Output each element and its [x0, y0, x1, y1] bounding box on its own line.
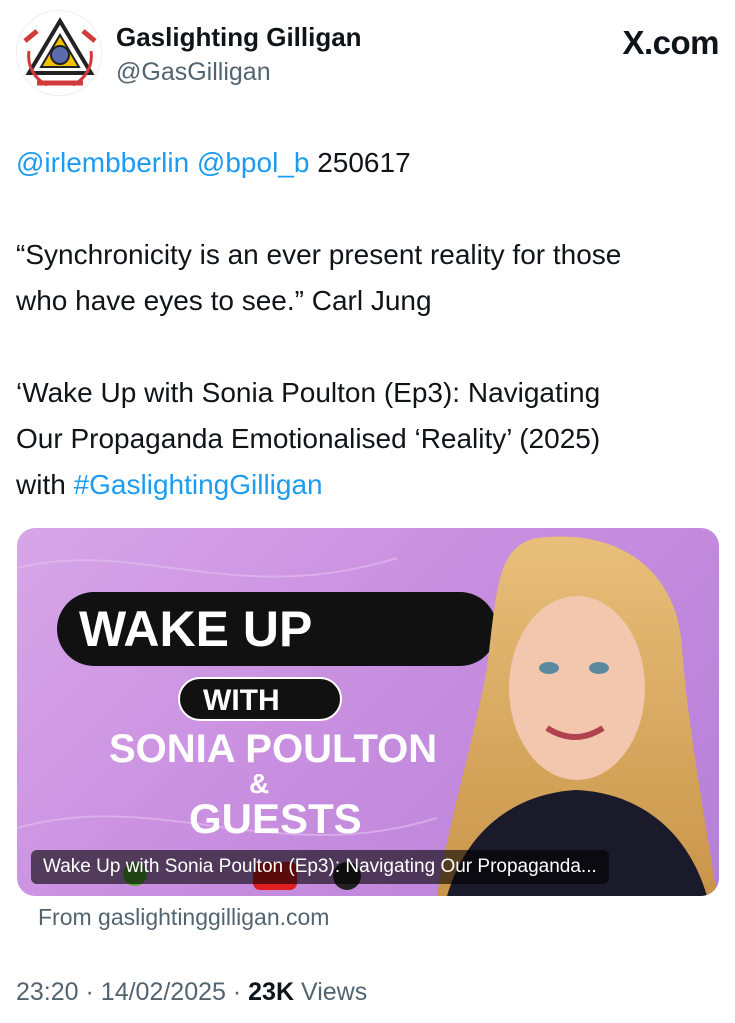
- thumb-name: SONIA POULTON: [109, 727, 437, 771]
- body-line: with #GaslightingGilligan: [16, 462, 721, 508]
- tweet-meta: 23:20 · 14/02/2025 · 23K Views: [16, 978, 367, 1007]
- thumb-guests: GUESTS: [189, 795, 362, 842]
- author-avatar[interactable]: [16, 10, 102, 96]
- views-label: Views: [300, 978, 368, 1006]
- avatar-logo-icon: [17, 11, 101, 95]
- card-caption: Wake Up with Sonia Poulton (Ep3): Naviga…: [31, 850, 609, 884]
- views-count: 23K: [248, 978, 295, 1006]
- thumb-with: WITH: [203, 684, 280, 717]
- mentions-line: @irlembberlin @bpol_b 250617: [16, 140, 721, 186]
- tweet-time[interactable]: 23:20: [16, 978, 79, 1006]
- separator: ·: [85, 978, 94, 1006]
- author-handle[interactable]: @GasGilligan: [116, 58, 271, 87]
- author-name[interactable]: Gaslighting Gilligan: [116, 22, 362, 53]
- x-logo: X.com: [622, 24, 719, 61]
- hashtag-link[interactable]: #GaslightingGilligan: [74, 469, 323, 500]
- mention-link[interactable]: @irlembberlin: [16, 147, 189, 178]
- link-card[interactable]: WAKE UP WITH SONIA POULTON & GUESTS Wake…: [17, 528, 719, 896]
- body-line: ‘Wake Up with Sonia Poulton (Ep3): Navig…: [16, 377, 601, 408]
- body-line: Our Propaganda Emotionalised ‘Reality’ (…: [16, 423, 601, 454]
- tweet-header: Gaslighting Gilligan @GasGilligan X.com: [16, 10, 719, 100]
- tweet-text: @irlembberlin @bpol_b 250617 “Synchronic…: [16, 140, 721, 508]
- tweet-code: 250617: [317, 147, 411, 178]
- thumb-title: WAKE UP: [79, 601, 312, 657]
- quote-line: who have eyes to see.” Carl Jung: [16, 285, 432, 316]
- quote-line: “Synchronicity is an ever present realit…: [16, 239, 622, 270]
- body-prefix: with: [16, 469, 66, 500]
- card-source[interactable]: From gaslightinggilligan.com: [38, 904, 329, 931]
- separator: ·: [232, 978, 242, 1006]
- mention-link[interactable]: @bpol_b: [197, 147, 310, 178]
- card-thumbnail: WAKE UP WITH SONIA POULTON & GUESTS: [17, 536, 717, 896]
- tweet-date[interactable]: 14/02/2025: [101, 978, 226, 1006]
- person-photo: [437, 536, 717, 896]
